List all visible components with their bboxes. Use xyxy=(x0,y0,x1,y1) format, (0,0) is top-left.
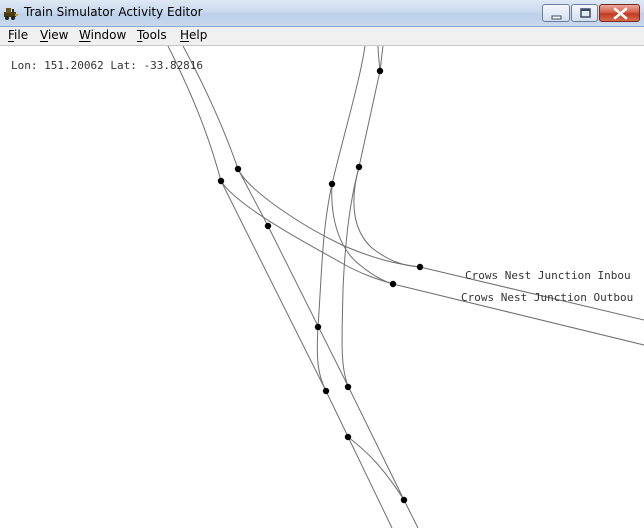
menu-bar: File View Window Tools Help xyxy=(0,27,644,46)
window-title: Train Simulator Activity Editor xyxy=(24,5,203,19)
track-label-outbound[interactable]: Crows Nest Junction Outbou xyxy=(461,291,633,304)
track-node xyxy=(234,165,242,173)
track-label-inbound[interactable]: Crows Nest Junction Inbou xyxy=(465,269,631,282)
menu-window[interactable]: Window xyxy=(79,28,126,42)
track-segment xyxy=(353,166,421,268)
route-map-canvas[interactable] xyxy=(0,46,644,528)
track-node xyxy=(217,177,225,185)
close-icon xyxy=(613,7,628,20)
track-node xyxy=(355,163,363,171)
track-node xyxy=(344,433,352,441)
close-button[interactable] xyxy=(599,4,640,22)
track-node xyxy=(400,496,408,504)
maximize-button[interactable] xyxy=(571,4,598,22)
track-node xyxy=(328,180,336,188)
track-segment xyxy=(167,46,393,528)
track-layout xyxy=(167,46,644,528)
track-node xyxy=(314,323,322,331)
track-segment xyxy=(220,180,644,346)
track-node xyxy=(322,387,330,395)
track-segment xyxy=(182,46,419,528)
track-node xyxy=(416,263,424,271)
coordinate-readout: Lon: 151.20062 Lat: -33.82816 xyxy=(11,59,204,72)
menu-help[interactable]: Help xyxy=(180,28,207,42)
track-segment xyxy=(341,46,384,387)
menu-file[interactable]: File xyxy=(8,28,28,42)
track-node xyxy=(376,67,384,75)
track-segment xyxy=(347,436,405,501)
track-node xyxy=(389,280,397,288)
minimize-button[interactable] xyxy=(542,4,570,22)
maximize-icon xyxy=(580,8,591,18)
track-node xyxy=(344,383,352,391)
track-segment xyxy=(377,46,381,72)
title-bar[interactable]: Train Simulator Activity Editor xyxy=(0,0,644,27)
menu-view[interactable]: View xyxy=(40,28,68,42)
minimize-icon xyxy=(551,15,562,20)
menu-tools[interactable]: Tools xyxy=(137,28,167,42)
track-segment xyxy=(331,183,394,285)
locomotive-icon xyxy=(3,5,19,21)
track-node xyxy=(264,222,272,230)
